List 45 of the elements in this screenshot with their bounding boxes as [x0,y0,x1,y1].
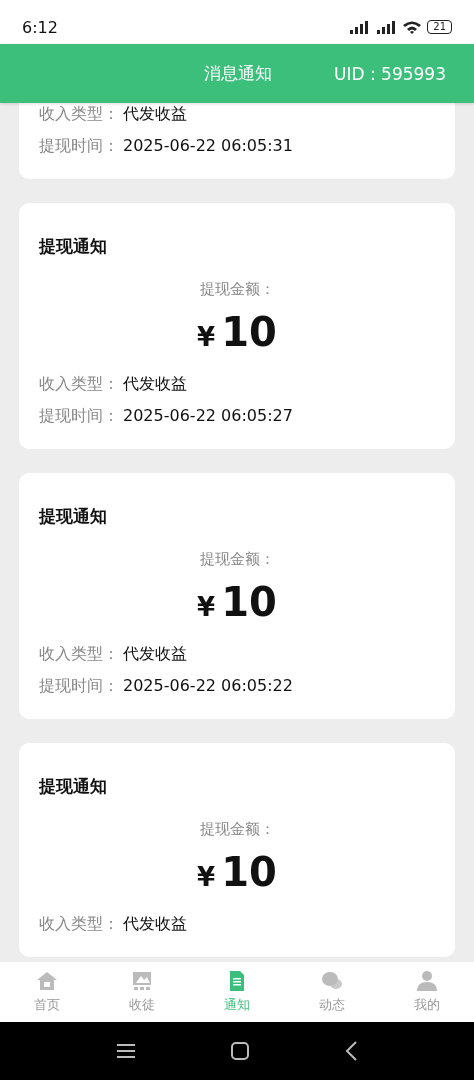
back-icon[interactable] [345,1041,357,1061]
field-value: 2025-06-22 06:05:31 [123,135,293,157]
picture-icon [131,970,154,992]
field-value: 2025-06-22 06:05:22 [123,675,293,697]
amount-value: 10 [221,578,277,627]
tab[interactable]: 通知 [189,962,285,1022]
tab[interactable]: 动态 [284,962,380,1022]
amount-label: 提现金额： [198,819,276,840]
amount-value: 10 [221,308,277,357]
field-label: 提现时间： [39,405,120,427]
field-label: 收入类型： [39,913,120,935]
wifi-icon [402,20,423,34]
amount-label: 提现金额： [198,549,276,570]
tab[interactable]: 我的 [379,962,474,1022]
currency-sign: ¥ [197,861,216,894]
notification-title: 提现通知 [39,775,108,798]
amount-value: 10 [221,848,277,897]
field-value: 2025-06-22 06:05:27 [123,405,293,427]
field-value: 代发收益 [123,913,187,935]
notification-title: 提现通知 [39,505,108,528]
chat-icon [320,970,343,992]
page-title: 消息通知 [204,62,272,85]
status-time: 6:12 [22,17,58,37]
signal-icon [348,20,371,34]
field-value: 代发收益 [123,643,187,665]
notification-title: 提现通知 [39,235,108,258]
house-icon [36,970,59,992]
menu-icon[interactable] [117,1044,135,1058]
field-label: 收入类型： [39,643,120,665]
field-label: 提现时间： [39,675,120,697]
currency-sign: ¥ [197,321,216,354]
field-label: 收入类型： [39,103,120,125]
currency-sign: ¥ [197,591,216,624]
amount-label: 提现金额： [198,279,276,300]
user-id: UID : 595993 [334,63,446,84]
battery-indicator: 21 [427,20,452,34]
field-label: 收入类型： [39,373,120,395]
signal-icon [375,20,398,34]
tab[interactable]: 首页 [0,962,95,1022]
field-label: 提现时间： [39,135,120,157]
home-button-icon[interactable] [231,1042,249,1060]
person-icon [415,970,438,992]
field-value: 代发收益 [123,373,187,395]
field-value: 代发收益 [123,103,187,125]
tab[interactable]: 收徒 [94,962,190,1022]
